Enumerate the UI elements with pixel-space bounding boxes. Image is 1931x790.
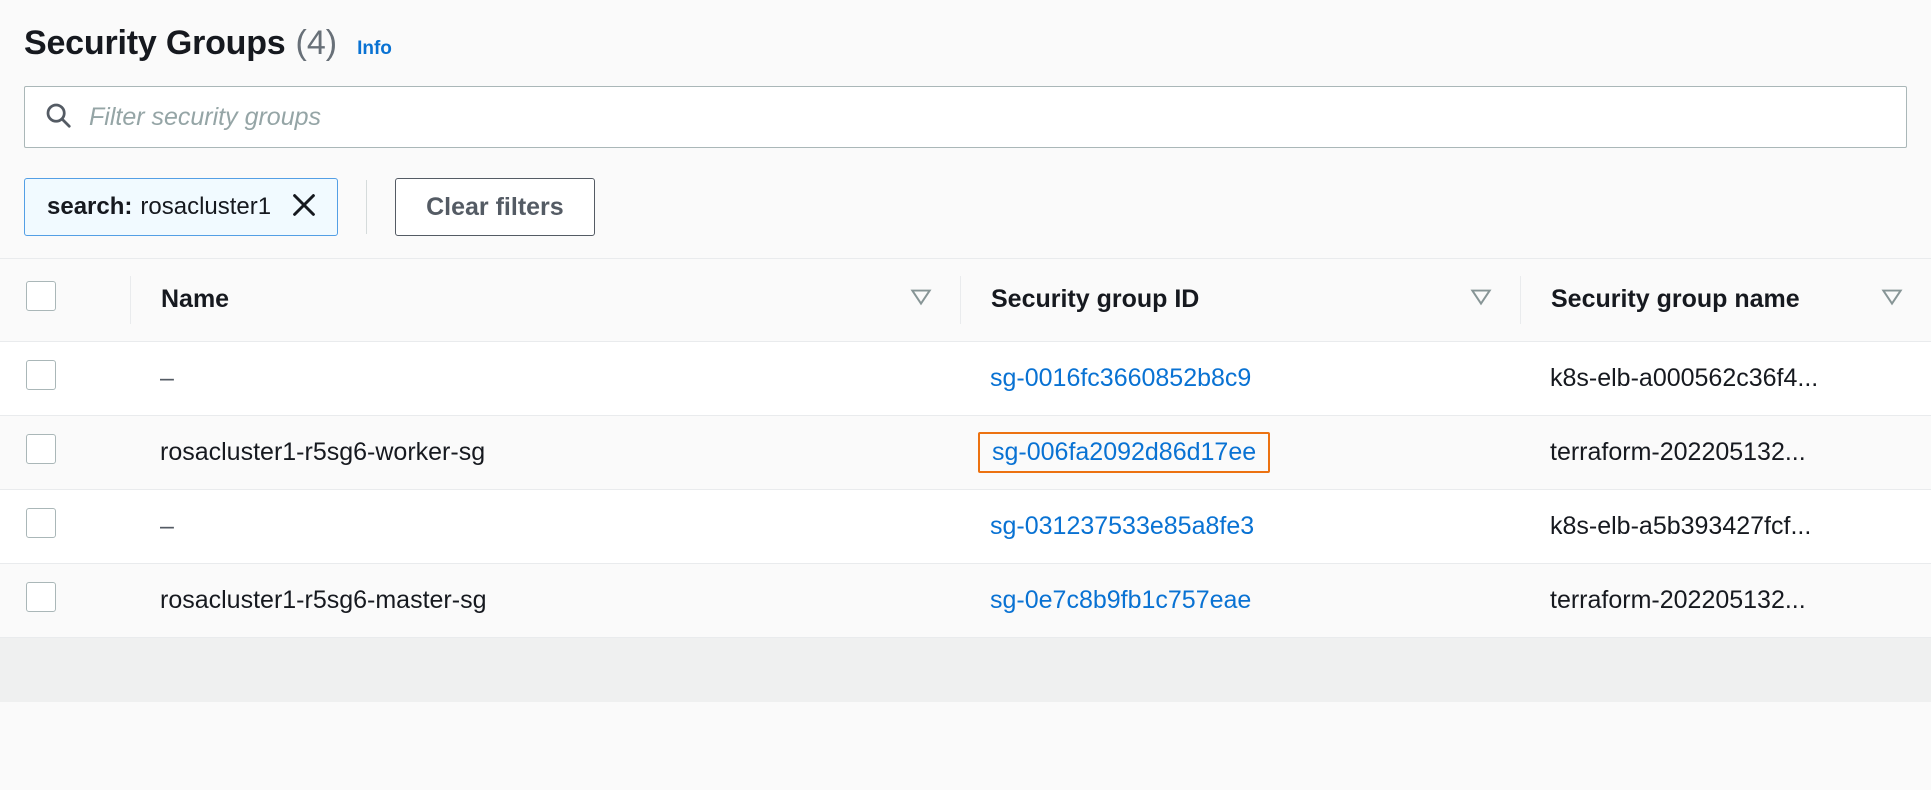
table-footer-strip — [0, 637, 1931, 702]
table-header: Name Security group ID Security group na… — [0, 259, 1931, 342]
close-icon[interactable] — [289, 190, 319, 225]
row-checkbox[interactable] — [26, 581, 56, 612]
cell-security-group-id: sg-0016fc3660852b8c9 — [960, 341, 1520, 416]
row-checkbox[interactable] — [26, 507, 56, 538]
security-group-id-link[interactable]: sg-0016fc3660852b8c9 — [990, 364, 1251, 392]
cell-security-group-name: k8s-elb-a000562c36f4... — [1520, 341, 1931, 416]
select-all-header — [0, 259, 130, 342]
filter-token-value: rosacluster1 — [140, 193, 272, 220]
cell-security-group-id: sg-0e7c8b9fb1c757eae — [960, 563, 1520, 638]
page-title: Security Groups — [24, 24, 286, 62]
select-all-checkbox[interactable] — [26, 281, 56, 312]
page-title-count: (4) — [295, 24, 338, 62]
page-header: Security Groups (4) Info — [0, 0, 1931, 86]
cell-name-text: rosacluster1-r5sg6-worker-sg — [160, 437, 486, 466]
table-row[interactable]: – sg-031237533e85a8fe3 k8s-elb-a5b393427… — [0, 489, 1931, 564]
column-header-name-label: Name — [161, 285, 230, 314]
search-section — [0, 86, 1931, 148]
cell-name: rosacluster1-r5sg6-worker-sg — [130, 415, 960, 490]
column-header-name[interactable]: Name — [130, 259, 960, 342]
filter-token-search[interactable]: search: rosacluster1 — [24, 178, 339, 236]
cell-security-group-name: terraform-202205132... — [1520, 415, 1931, 490]
cell-security-group-name: k8s-elb-a5b393427fcf... — [1520, 489, 1931, 564]
column-header-security-group-id[interactable]: Security group ID — [960, 259, 1520, 342]
row-checkbox[interactable] — [26, 359, 56, 390]
cell-name-text: – — [160, 511, 174, 540]
row-select-cell — [0, 489, 130, 564]
column-header-security-group-name-label: Security group name — [1551, 285, 1800, 314]
search-icon — [43, 100, 73, 135]
security-group-id-link[interactable]: sg-031237533e85a8fe3 — [990, 512, 1254, 540]
cell-name-text: rosacluster1-r5sg6-master-sg — [160, 585, 487, 614]
row-checkbox[interactable] — [26, 433, 56, 464]
security-groups-table: Name Security group ID Security group na… — [0, 259, 1931, 638]
search-input[interactable] — [89, 102, 1888, 132]
cell-security-group-id: sg-031237533e85a8fe3 — [960, 489, 1520, 564]
cell-name-text: – — [160, 363, 174, 392]
filter-divider — [366, 180, 368, 234]
filter-token-prefix: search: — [47, 193, 133, 220]
cell-security-group-id: sg-006fa2092d86d17ee — [960, 415, 1520, 490]
cell-security-group-name: terraform-202205132... — [1520, 563, 1931, 638]
sort-descending-icon[interactable] — [908, 283, 934, 316]
table-row[interactable]: – sg-0016fc3660852b8c9 k8s-elb-a000562c3… — [0, 341, 1931, 416]
column-header-security-group-name[interactable]: Security group name — [1520, 259, 1931, 342]
info-link[interactable]: Info — [357, 38, 392, 60]
table-header-row: Name Security group ID Security group na… — [0, 259, 1931, 342]
clear-filters-button[interactable]: Clear filters — [395, 178, 595, 236]
cell-name: – — [130, 341, 960, 416]
filter-token-label: search: rosacluster1 — [47, 193, 271, 221]
security-groups-panel: Security Groups (4) Info search: rosaclus… — [0, 0, 1931, 790]
row-select-cell — [0, 415, 130, 490]
row-select-cell — [0, 563, 130, 638]
row-select-cell — [0, 341, 130, 416]
search-box[interactable] — [24, 86, 1907, 148]
column-header-security-group-id-label: Security group ID — [991, 285, 1200, 314]
security-group-id-link-focused[interactable]: sg-006fa2092d86d17ee — [978, 431, 1271, 473]
filter-row: search: rosacluster1 Clear filters — [0, 148, 1931, 244]
table-body: – sg-0016fc3660852b8c9 k8s-elb-a000562c3… — [0, 341, 1931, 638]
table-row[interactable]: rosacluster1-r5sg6-worker-sg sg-006fa209… — [0, 415, 1931, 490]
table-row[interactable]: rosacluster1-r5sg6-master-sg sg-0e7c8b9f… — [0, 563, 1931, 638]
cell-name: rosacluster1-r5sg6-master-sg — [130, 563, 960, 638]
sort-descending-icon[interactable] — [1879, 283, 1905, 316]
sort-descending-icon[interactable] — [1468, 283, 1494, 316]
security-group-id-link[interactable]: sg-0e7c8b9fb1c757eae — [990, 586, 1251, 614]
cell-name: – — [130, 489, 960, 564]
